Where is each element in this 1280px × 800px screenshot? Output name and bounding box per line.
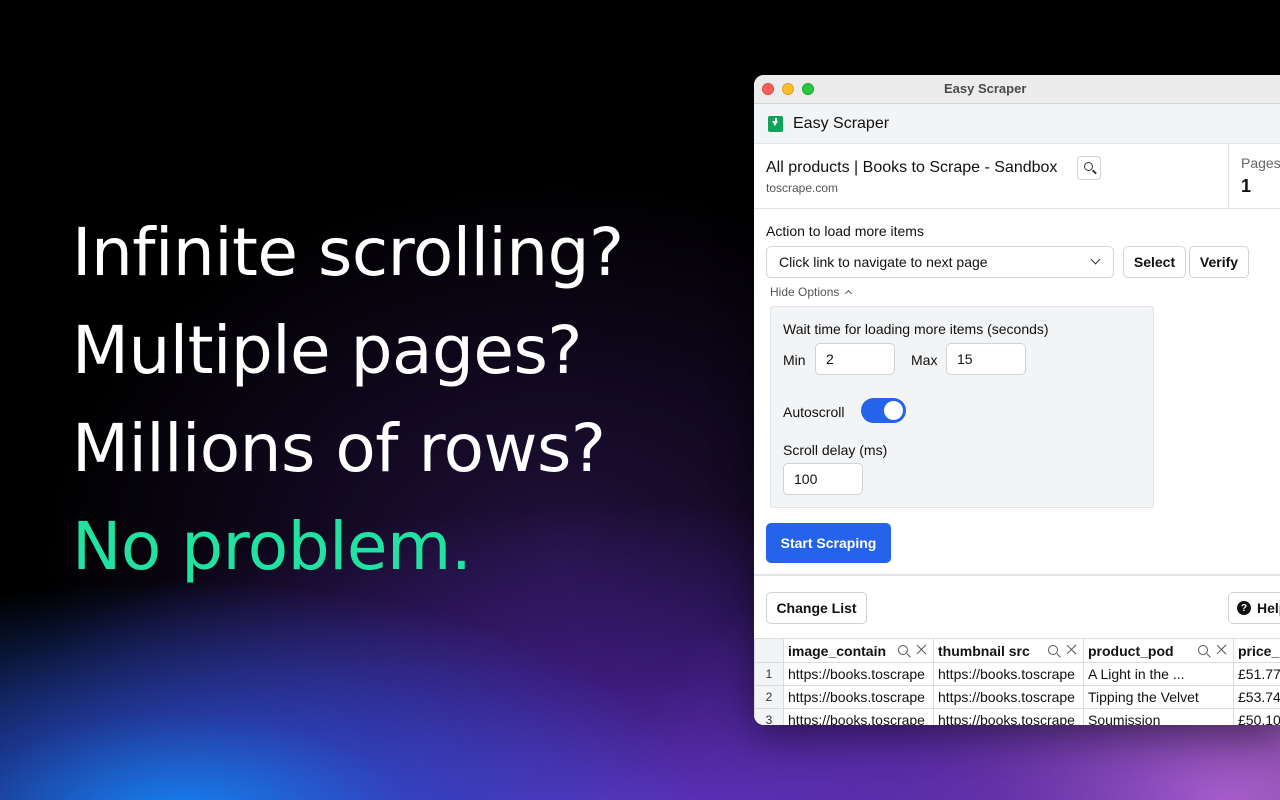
close-icon[interactable] xyxy=(1066,644,1077,655)
select-button[interactable]: Select xyxy=(1123,246,1186,278)
pages-label: Pages xyxy=(1241,155,1280,171)
verify-button[interactable]: Verify xyxy=(1189,246,1249,278)
headline: Infinite scrolling? Multiple pages? Mill… xyxy=(72,204,624,596)
chevron-down-icon xyxy=(1090,254,1101,265)
table-cell[interactable]: https://books.toscrape xyxy=(933,685,1084,709)
table-cell[interactable]: https://books.toscrape xyxy=(783,685,934,709)
max-wait-input[interactable]: 15 xyxy=(946,343,1026,375)
column-header: price_ xyxy=(1233,638,1280,663)
page-title: All products | Books to Scrape - Sandbox xyxy=(766,159,1058,176)
column-header: thumbnail src xyxy=(933,638,1084,663)
search-icon[interactable] xyxy=(1048,644,1058,655)
title-bar: Easy Scraper xyxy=(754,75,1280,104)
headline-accent: No problem. xyxy=(72,508,472,585)
table-cell[interactable]: Tipping the Velvet xyxy=(1083,685,1234,709)
search-page-button[interactable] xyxy=(1077,156,1101,180)
table-cell[interactable]: £53.74 xyxy=(1233,685,1280,709)
row-index: 2 xyxy=(754,685,784,709)
app-header: Easy Scraper xyxy=(754,104,1280,144)
table-row: 3 https://books.toscrape https://books.t… xyxy=(754,708,1280,725)
table-row: 1 https://books.toscrape https://books.t… xyxy=(754,662,1280,686)
help-button[interactable]: ? Help xyxy=(1228,592,1280,624)
page-info: All products | Books to Scrape - Sandbox… xyxy=(754,144,1280,209)
search-icon xyxy=(1084,162,1093,171)
table-cell[interactable]: £51.77 xyxy=(1233,662,1280,686)
close-icon[interactable] xyxy=(916,644,927,655)
min-label: Min xyxy=(783,352,806,368)
help-label: Help xyxy=(1257,600,1280,616)
pages-value: 1 xyxy=(1241,176,1252,196)
table-cell[interactable]: https://books.toscrape xyxy=(933,708,1084,725)
row-index: 1 xyxy=(754,662,784,686)
table-cell[interactable]: https://books.toscrape xyxy=(783,662,934,686)
options-panel: Wait time for loading more items (second… xyxy=(770,306,1154,508)
load-more-select[interactable]: Click link to navigate to next page xyxy=(766,246,1114,278)
table-header-row: image_contain thumbnail src product_pod … xyxy=(754,638,1280,663)
hide-options-toggle[interactable]: Hide Options xyxy=(770,285,853,299)
page-domain: toscrape.com xyxy=(766,181,839,195)
load-more-label: Action to load more items xyxy=(766,223,924,239)
max-label: Max xyxy=(911,352,938,368)
headline-line-2: Multiple pages? xyxy=(72,312,582,389)
search-icon[interactable] xyxy=(898,644,908,655)
help-icon: ? xyxy=(1237,601,1251,615)
table-cell[interactable]: https://books.toscrape xyxy=(933,662,1084,686)
window-title: Easy Scraper xyxy=(944,81,1027,96)
table-cell[interactable]: A Light in the ... xyxy=(1083,662,1234,686)
list-toolbar: Change List ? Help xyxy=(754,576,1280,638)
headline-line-3: Millions of rows? xyxy=(72,410,606,487)
app-logo-icon xyxy=(768,115,783,132)
change-list-button[interactable]: Change List xyxy=(766,592,867,624)
row-index: 3 xyxy=(754,708,784,725)
autoscroll-toggle[interactable] xyxy=(861,398,906,423)
pages-count: Pages 1 xyxy=(1228,144,1280,208)
app-window: Easy Scraper Easy Scraper All products |… xyxy=(754,75,1280,725)
start-scraping-button[interactable]: Start Scraping xyxy=(766,523,891,563)
index-header xyxy=(754,638,784,663)
column-header: image_contain xyxy=(783,638,934,663)
chevron-up-icon xyxy=(845,289,853,298)
column-header: product_pod xyxy=(1083,638,1234,663)
table-row: 2 https://books.toscrape https://books.t… xyxy=(754,685,1280,709)
scroll-delay-input[interactable]: 100 xyxy=(783,463,863,495)
scroll-delay-label: Scroll delay (ms) xyxy=(783,442,888,458)
app-name: Easy Scraper xyxy=(793,114,890,132)
search-icon[interactable] xyxy=(1198,644,1208,655)
toggle-knob xyxy=(884,401,903,420)
load-more-section: Action to load more items Click link to … xyxy=(754,209,1280,576)
column-header-label: price_ xyxy=(1238,642,1280,659)
headline-line-1: Infinite scrolling? xyxy=(72,214,624,291)
load-more-selected-value: Click link to navigate to next page xyxy=(779,254,988,270)
table-cell[interactable]: Soumission xyxy=(1083,708,1234,725)
table-cell[interactable]: https://books.toscrape xyxy=(783,708,934,725)
table-cell[interactable]: £50.10 xyxy=(1233,708,1280,725)
results-table: image_contain thumbnail src product_pod … xyxy=(754,638,1280,725)
autoscroll-label: Autoscroll xyxy=(783,404,845,420)
wait-time-label: Wait time for loading more items (second… xyxy=(783,321,1049,337)
min-wait-input[interactable]: 2 xyxy=(815,343,895,375)
hide-options-label: Hide Options xyxy=(770,285,840,299)
close-icon[interactable] xyxy=(1216,644,1227,655)
